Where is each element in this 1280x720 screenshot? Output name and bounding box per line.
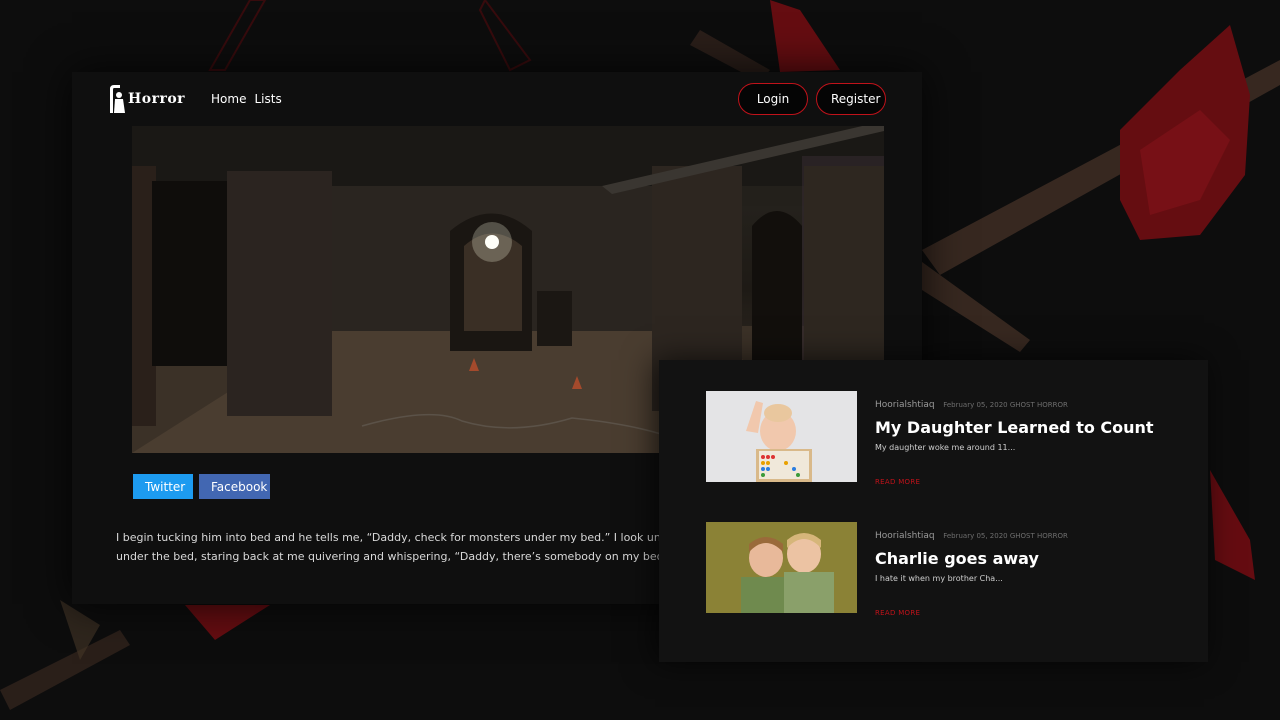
story-text: I begin tucking him into bed and he tell… xyxy=(116,528,676,566)
register-button[interactable]: Register xyxy=(816,83,886,115)
post-item[interactable]: Hoorialshtiaq February 05, 2020 GHOST HO… xyxy=(706,522,1175,619)
twitter-share-button[interactable]: Twitter xyxy=(133,474,193,499)
post-date: February 05, 2020 GHOST HORROR xyxy=(943,401,1068,409)
post-thumbnail[interactable] xyxy=(706,391,857,482)
baby-abacus-image xyxy=(706,391,857,482)
top-navbar: Horror Home Lists Login Register xyxy=(72,72,922,126)
two-boys-image xyxy=(706,522,857,613)
reaper-logo-icon xyxy=(110,85,125,113)
site-logo[interactable]: Horror xyxy=(108,85,185,113)
related-posts-card: Hoorialshtiaq February 05, 2020 GHOST HO… xyxy=(659,360,1208,662)
login-button[interactable]: Login xyxy=(738,83,808,115)
logo-text: Horror xyxy=(128,91,186,107)
share-buttons: Twitter Facebook xyxy=(133,474,270,499)
read-more-link[interactable]: READ MORE xyxy=(875,609,920,617)
auth-buttons: Login Register xyxy=(738,83,886,115)
post-excerpt: I hate it when my brother Cha... xyxy=(875,574,1003,583)
nav-link-home[interactable]: Home xyxy=(211,92,246,106)
read-more-link[interactable]: READ MORE xyxy=(875,478,920,486)
post-info: Hoorialshtiaq February 05, 2020 GHOST HO… xyxy=(875,522,1175,619)
post-thumbnail[interactable] xyxy=(706,522,857,613)
post-item[interactable]: Hoorialshtiaq February 05, 2020 GHOST HO… xyxy=(706,391,1175,488)
post-date: February 05, 2020 GHOST HORROR xyxy=(943,532,1068,540)
facebook-share-button[interactable]: Facebook xyxy=(199,474,270,499)
post-meta: Hoorialshtiaq February 05, 2020 GHOST HO… xyxy=(875,531,1175,541)
post-author[interactable]: Hoorialshtiaq xyxy=(875,531,935,541)
post-title[interactable]: Charlie goes away xyxy=(875,549,1175,568)
story-line-1: I begin tucking him into bed and he tell… xyxy=(116,531,676,544)
nav-link-lists[interactable]: Lists xyxy=(254,92,281,106)
post-author[interactable]: Hoorialshtiaq xyxy=(875,400,935,410)
post-info: Hoorialshtiaq February 05, 2020 GHOST HO… xyxy=(875,391,1175,488)
post-title[interactable]: My Daughter Learned to Count xyxy=(875,418,1175,437)
story-line-2: under the bed, staring back at me quiver… xyxy=(116,550,668,563)
post-excerpt: My daughter woke me around 11... xyxy=(875,443,1016,452)
post-meta: Hoorialshtiaq February 05, 2020 GHOST HO… xyxy=(875,400,1175,410)
